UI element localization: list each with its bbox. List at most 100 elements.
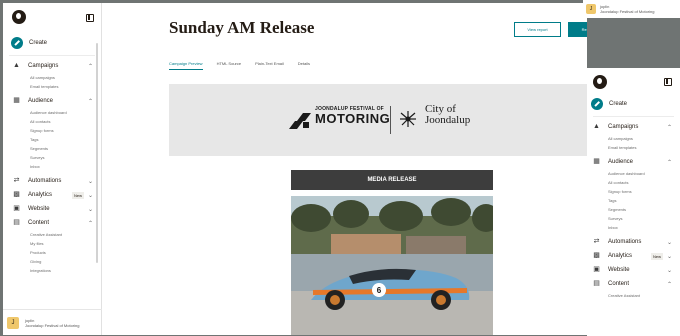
sidebar-section-automations[interactable]: ⇄ Automations ⌄: [587, 235, 680, 249]
toast-avatar: J: [586, 4, 596, 14]
sidebar-item[interactable]: Segments: [587, 205, 680, 214]
sidebar-section-campaigns[interactable]: ▲ Campaigns ⌃: [3, 59, 101, 73]
sidebar-item[interactable]: Products: [3, 248, 101, 257]
sidebar-item[interactable]: Tags: [3, 135, 101, 144]
sidebar: Create ▲ Campaigns ⌃ All campaigns Email…: [3, 3, 102, 335]
logo-divider: [390, 106, 391, 134]
sidebar-item[interactable]: Inbox: [587, 223, 680, 232]
content-icon: ▤: [13, 219, 20, 226]
sidebar-item[interactable]: All contacts: [587, 178, 680, 187]
sidebar-item[interactable]: Signup forms: [3, 126, 101, 135]
replicate-button[interactable]: Replicate: [568, 22, 587, 37]
create-button[interactable]: Create: [11, 35, 101, 51]
overlay-sidebar: Create ▲ Campaigns ⌃ All campaigns Email…: [587, 68, 680, 336]
sidebar-section-audience[interactable]: ▦ Audience ⌃: [587, 155, 680, 169]
sidebar-item[interactable]: Creative Assistant: [587, 291, 680, 300]
car-photo-illustration: 6: [291, 196, 493, 335]
tab-campaign-preview[interactable]: Campaign Preview: [169, 61, 203, 70]
mailchimp-logo-icon[interactable]: [593, 75, 607, 89]
chevron-up-icon: ⌃: [87, 98, 93, 105]
sidebar-item[interactable]: Email templates: [3, 82, 101, 91]
chevron-up-icon: ⌃: [87, 63, 93, 70]
sidebar-section-label: Website: [608, 267, 630, 273]
chevron-down-icon: ⌄: [666, 267, 672, 274]
account-menu[interactable]: J joplin Joondalup Festival of Motoring: [3, 309, 102, 335]
sidebar-item[interactable]: Audience dashboard: [3, 108, 101, 117]
collapse-sidebar-icon[interactable]: [86, 14, 94, 22]
media-release-banner: MEDIA RELEASE: [291, 170, 493, 190]
sidebar-item[interactable]: Tags: [587, 196, 680, 205]
sidebar-section-label: Analytics: [608, 253, 633, 259]
sidebar-item[interactable]: Surveys: [3, 153, 101, 162]
sidebar-item[interactable]: Giving: [3, 257, 101, 266]
sidebar-section-label: Content: [608, 281, 630, 287]
chevron-up-icon: ⌃: [666, 159, 672, 166]
toast-info: joplin Joondalup Festival of Motoring: [600, 4, 654, 14]
create-label: Create: [609, 101, 628, 107]
festival-flag-logo: [289, 113, 311, 129]
city-line2: Joondalup: [425, 114, 471, 126]
sidebar-section-campaigns[interactable]: ▲ Campaigns ⌃: [587, 120, 680, 134]
sidebar-section-analytics[interactable]: ▩ Analytics New ⌄: [587, 249, 680, 263]
audience-icon: ▦: [13, 97, 20, 104]
tab-html-source[interactable]: HTML Source: [217, 61, 242, 70]
sidebar-section-website[interactable]: ▣ Website ⌄: [587, 263, 680, 277]
tab-plain-text-email[interactable]: Plain-Text Email: [255, 61, 284, 70]
automations-icon: ⇄: [13, 177, 20, 184]
sidebar-item[interactable]: All campaigns: [3, 73, 101, 82]
festival-wordmark: JOONDALUP FESTIVAL OF MOTORING: [315, 106, 390, 126]
create-button[interactable]: Create: [591, 96, 680, 112]
chevron-up-icon: ⌃: [666, 124, 672, 131]
sidebar-header: [3, 3, 101, 31]
collapse-sidebar-icon[interactable]: [664, 78, 672, 86]
chevron-down-icon: ⌄: [666, 239, 672, 246]
new-badge: New: [71, 191, 84, 199]
sidebar-section-label: Audience: [28, 98, 54, 104]
sidebar-section-label: Campaigns: [28, 63, 59, 69]
chevron-up-icon: ⌃: [87, 220, 93, 227]
new-badge: New: [650, 252, 663, 260]
sidebar-section-analytics[interactable]: ▩ Analytics New ⌄: [3, 188, 101, 202]
tab-details[interactable]: Details: [298, 61, 310, 70]
analytics-icon: ▩: [13, 191, 20, 198]
sidebar-section-website[interactable]: ▣ Website ⌄: [3, 202, 101, 216]
city-wordmark: City of Joondalup: [425, 104, 470, 126]
sidebar-section-audience[interactable]: ▦ Audience ⌃: [3, 94, 101, 108]
analytics-icon: ▩: [593, 252, 600, 259]
sidebar-section-label: Content: [28, 220, 50, 226]
avatar: J: [7, 316, 19, 329]
sidebar-item[interactable]: Surveys: [587, 214, 680, 223]
tab-bar: Campaign Preview HTML Source Plain-Text …: [169, 61, 310, 70]
sidebar-section-label: Analytics: [28, 192, 53, 198]
chevron-down-icon: ⌄: [87, 206, 93, 213]
sidebar-item[interactable]: Audience dashboard: [587, 169, 680, 178]
sidebar-item[interactable]: All contacts: [3, 117, 101, 126]
sidebar-item[interactable]: Signup forms: [587, 187, 680, 196]
app-window: Create ▲ Campaigns ⌃ All campaigns Email…: [3, 3, 587, 335]
sidebar-section-label: Website: [28, 206, 50, 212]
sidebar-section-automations[interactable]: ⇄ Automations ⌄: [3, 174, 101, 188]
sidebar-section-content[interactable]: ▤ Content ⌃: [3, 216, 101, 230]
sidebar-item[interactable]: My files: [3, 239, 101, 248]
sidebar-section-content[interactable]: ▤ Content ⌃: [587, 277, 680, 291]
mailchimp-logo-icon[interactable]: [12, 10, 26, 24]
city-emblem-logo: [400, 111, 416, 127]
account-toast[interactable]: J joplin Joondalup Festival of Motoring: [583, 0, 680, 18]
sidebar-section-label: Automations: [608, 239, 642, 245]
account-org: Joondalup Festival of Motoring: [25, 322, 80, 328]
sidebar-item[interactable]: All campaigns: [587, 134, 680, 143]
car-number: 6: [377, 286, 382, 295]
festival-main-text: MOTORING: [315, 111, 391, 126]
sidebar-item[interactable]: Email templates: [587, 143, 680, 152]
sidebar-scrollbar[interactable]: [96, 43, 98, 263]
chevron-down-icon: ⌄: [666, 253, 672, 260]
chevron-down-icon: ⌄: [87, 178, 93, 185]
pencil-icon: [591, 98, 603, 110]
sidebar-item[interactable]: Segments: [3, 144, 101, 153]
sidebar-section-label: Automations: [28, 178, 62, 184]
sidebar-item[interactable]: Integrations: [3, 266, 101, 275]
view-report-button[interactable]: View report: [514, 22, 561, 37]
sidebar-item[interactable]: Inbox: [3, 162, 101, 171]
account-info: joplin Joondalup Festival of Motoring: [25, 318, 79, 328]
sidebar-item[interactable]: Creative Assistant: [3, 230, 101, 239]
